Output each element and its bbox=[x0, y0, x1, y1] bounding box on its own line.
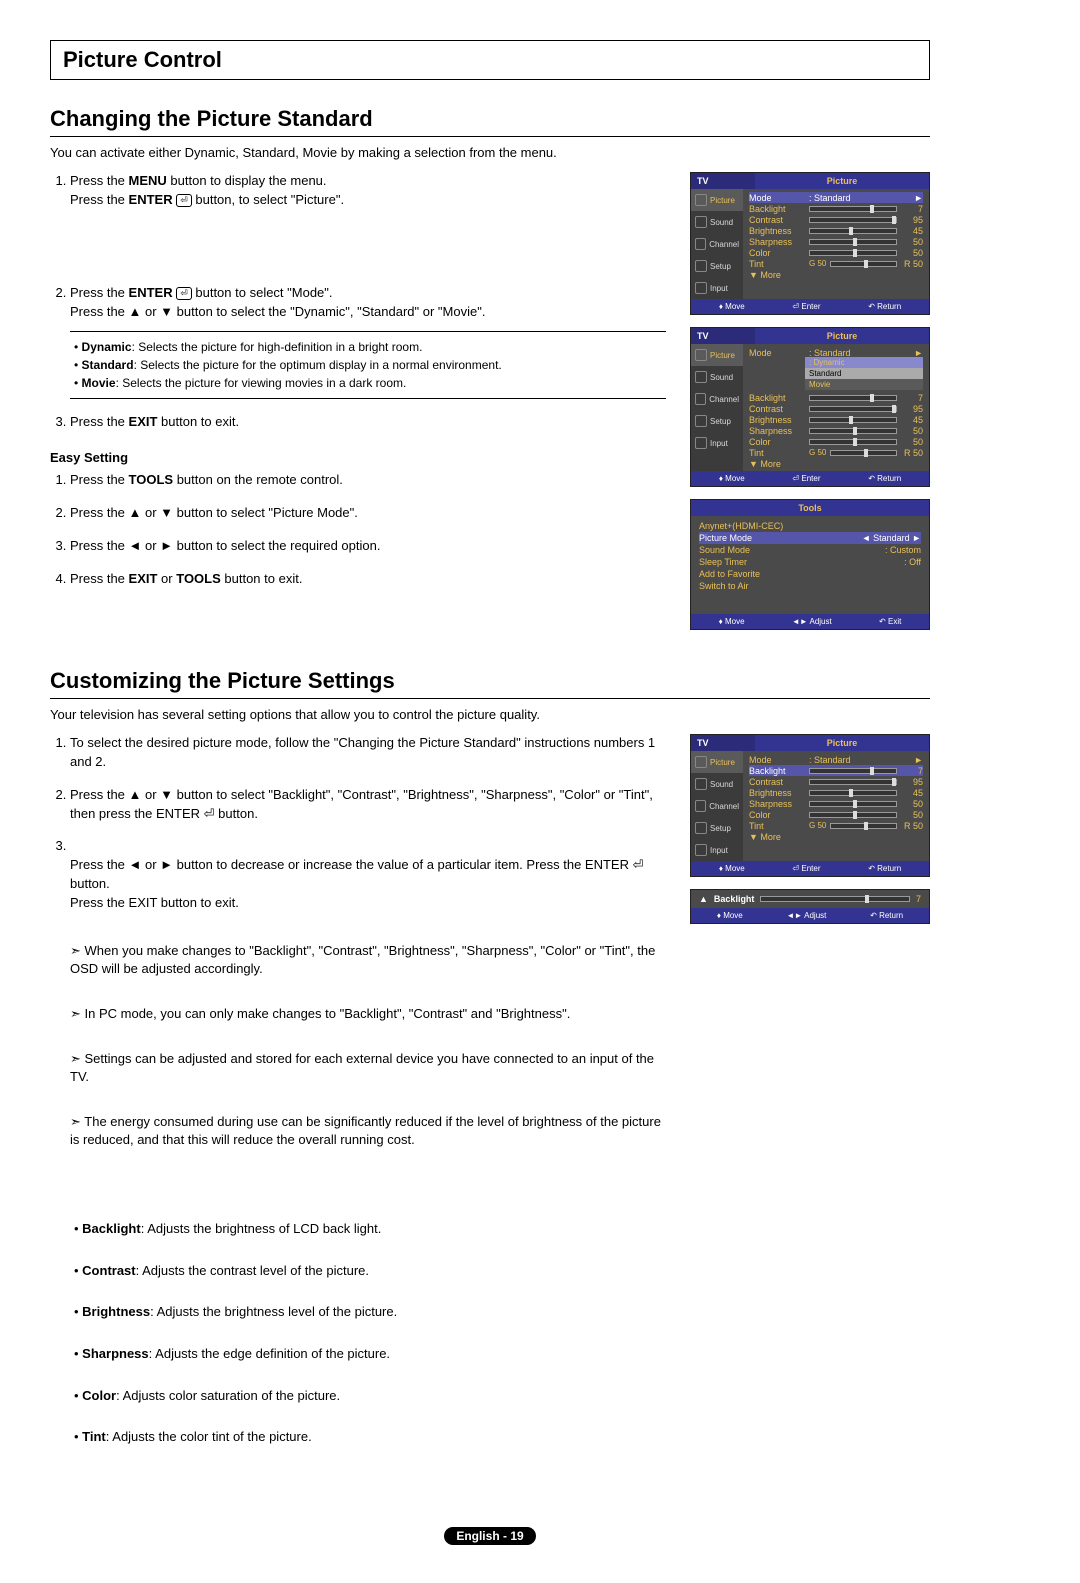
easy-step-4: Press the EXIT or TOOLS button to exit. bbox=[70, 570, 666, 589]
sidebar-item-picture: Picture bbox=[691, 189, 743, 211]
osd-row-color: Color50 bbox=[749, 247, 923, 258]
setting-descriptions: Backlight: Adjusts the brightness of LCD… bbox=[70, 1199, 666, 1468]
sidebar-item-channel: Channel bbox=[691, 233, 743, 255]
step-b2: Press the ▲ or ▼ button to select "Backl… bbox=[70, 786, 666, 824]
osd-row-tint: TintG 50R 50 bbox=[749, 820, 923, 831]
steps-b: To select the desired picture mode, foll… bbox=[50, 734, 666, 1487]
osd-row-mode: Mode: Standard► bbox=[749, 754, 923, 765]
osd-row--more: ▼ More bbox=[749, 458, 923, 469]
osd-row-contrast: Contrast95 bbox=[749, 403, 923, 414]
osd-row-color: Color50 bbox=[749, 809, 923, 820]
heading-changing-standard: Changing the Picture Standard bbox=[50, 106, 930, 137]
easy-step-3: Press the ◄ or ► button to select the re… bbox=[70, 537, 666, 556]
heading-customizing: Customizing the Picture Settings bbox=[50, 668, 930, 699]
tools-row-sleep-timer: Sleep Timer: Off bbox=[699, 556, 921, 568]
input-icon bbox=[695, 282, 707, 294]
osd-row-tint: TintG 50R 50 bbox=[749, 447, 923, 458]
osd-footer: ♦ Move⏎ Enter↶ Return bbox=[691, 299, 929, 314]
osd-row--more: ▼ More bbox=[749, 269, 923, 280]
osd-row-brightness: Brightness45 bbox=[749, 787, 923, 798]
tools-row-anynet-hdmi-cec-: Anynet+(HDMI-CEC) bbox=[699, 520, 921, 532]
sound-icon bbox=[695, 216, 707, 228]
setup-icon bbox=[695, 260, 707, 272]
adjust-slider bbox=[760, 896, 910, 902]
easy-steps: Press the TOOLS button on the remote con… bbox=[50, 471, 666, 588]
right-column: TVPicture Picture Sound Channel Setup In… bbox=[690, 172, 930, 642]
mode-descriptions: • Dynamic: Selects the picture for high-… bbox=[70, 331, 666, 399]
osd-main-1: Mode: Standard►Backlight7Contrast95Brigh… bbox=[743, 189, 929, 299]
step-b1: To select the desired picture mode, foll… bbox=[70, 734, 666, 772]
left-column: Press the MENU button to display the men… bbox=[50, 172, 666, 642]
osd-row-tint: TintG 50R 50 bbox=[749, 258, 923, 269]
osd-row-contrast: Contrast95 bbox=[749, 776, 923, 787]
section-title: Picture Control bbox=[63, 47, 917, 73]
osd-tools-menu: Tools Anynet+(HDMI-CEC)Picture Mode◄ Sta… bbox=[690, 499, 930, 630]
osd-row-backlight: Backlight7 bbox=[749, 392, 923, 403]
osd-picture-menu-1: TVPicture Picture Sound Channel Setup In… bbox=[690, 172, 930, 315]
sidebar-item-input: Input bbox=[691, 277, 743, 299]
easy-step-1: Press the TOOLS button on the remote con… bbox=[70, 471, 666, 490]
enter-icon: ⏎ bbox=[176, 287, 192, 300]
arrow-notes: When you make changes to "Backlight", "C… bbox=[70, 919, 666, 1173]
osd-row-backlight: Backlight7 bbox=[749, 765, 923, 776]
sidebar-item-sound: Sound bbox=[691, 211, 743, 233]
osd-row-color: Color50 bbox=[749, 436, 923, 447]
intro-a: You can activate either Dynamic, Standar… bbox=[50, 145, 930, 160]
osd-row-mode: Mode: Standard► bbox=[749, 347, 923, 358]
page-footer: English - 19 bbox=[50, 1529, 930, 1543]
mode-option-movie: Movie bbox=[805, 379, 923, 390]
step-b3: Press the ◄ or ► button to decrease or i… bbox=[70, 837, 666, 1487]
osd-row-contrast: Contrast95 bbox=[749, 214, 923, 225]
easy-step-2: Press the ▲ or ▼ button to select "Pictu… bbox=[70, 504, 666, 523]
osd-row-brightness: Brightness45 bbox=[749, 414, 923, 425]
mode-option-standard: Standard bbox=[805, 368, 923, 379]
osd-row-backlight: Backlight7 bbox=[749, 203, 923, 214]
osd-sidebar: Picture Sound Channel Setup Input bbox=[691, 189, 743, 299]
osd-row-sharpness: Sharpness50 bbox=[749, 425, 923, 436]
section-title-box: Picture Control bbox=[50, 40, 930, 80]
step-a1: Press the MENU button to display the men… bbox=[70, 172, 666, 270]
osd-row-brightness: Brightness45 bbox=[749, 225, 923, 236]
step-a3: Press the EXIT button to exit. bbox=[70, 413, 666, 432]
tools-row-switch-to-air: Switch to Air bbox=[699, 580, 921, 592]
intro-b: Your television has several setting opti… bbox=[50, 707, 930, 722]
osd-main-3: Mode: Standard►Backlight7Contrast95Brigh… bbox=[743, 751, 929, 861]
channel-icon bbox=[695, 238, 706, 250]
sidebar-item-setup: Setup bbox=[691, 255, 743, 277]
tools-row-picture-mode: Picture Mode◄ Standard ► bbox=[699, 532, 921, 544]
osd-picture-menu-3: TVPicture Picture Sound Channel Setup In… bbox=[690, 734, 930, 877]
tools-body: Anynet+(HDMI-CEC)Picture Mode◄ Standard … bbox=[691, 516, 929, 614]
osd-adjust-backlight: ▲ Backlight 7 ♦ Move◄► Adjust↶ Return bbox=[690, 889, 930, 924]
osd-row--more: ▼ More bbox=[749, 831, 923, 842]
picture-icon bbox=[695, 194, 707, 206]
osd-row-sharpness: Sharpness50 bbox=[749, 798, 923, 809]
step-a2: Press the ENTER ⏎ button to select "Mode… bbox=[70, 284, 666, 400]
osd-picture-menu-2: TVPicture Picture Sound Channel Setup In… bbox=[690, 327, 930, 487]
easy-setting-heading: Easy Setting bbox=[50, 450, 666, 465]
steps-a: Press the MENU button to display the men… bbox=[50, 172, 666, 432]
osd-main-2: Mode: Standard►: DynamicStandardMovie Bac… bbox=[743, 344, 929, 471]
enter-icon: ⏎ bbox=[176, 194, 192, 207]
osd-row-mode: Mode: Standard► bbox=[749, 192, 923, 203]
tools-row-add-to-favorite: Add to Favorite bbox=[699, 568, 921, 580]
mode-option-dynamic: : Dynamic bbox=[805, 357, 923, 368]
tools-row-sound-mode: Sound Mode: Custom bbox=[699, 544, 921, 556]
osd-row-sharpness: Sharpness50 bbox=[749, 236, 923, 247]
